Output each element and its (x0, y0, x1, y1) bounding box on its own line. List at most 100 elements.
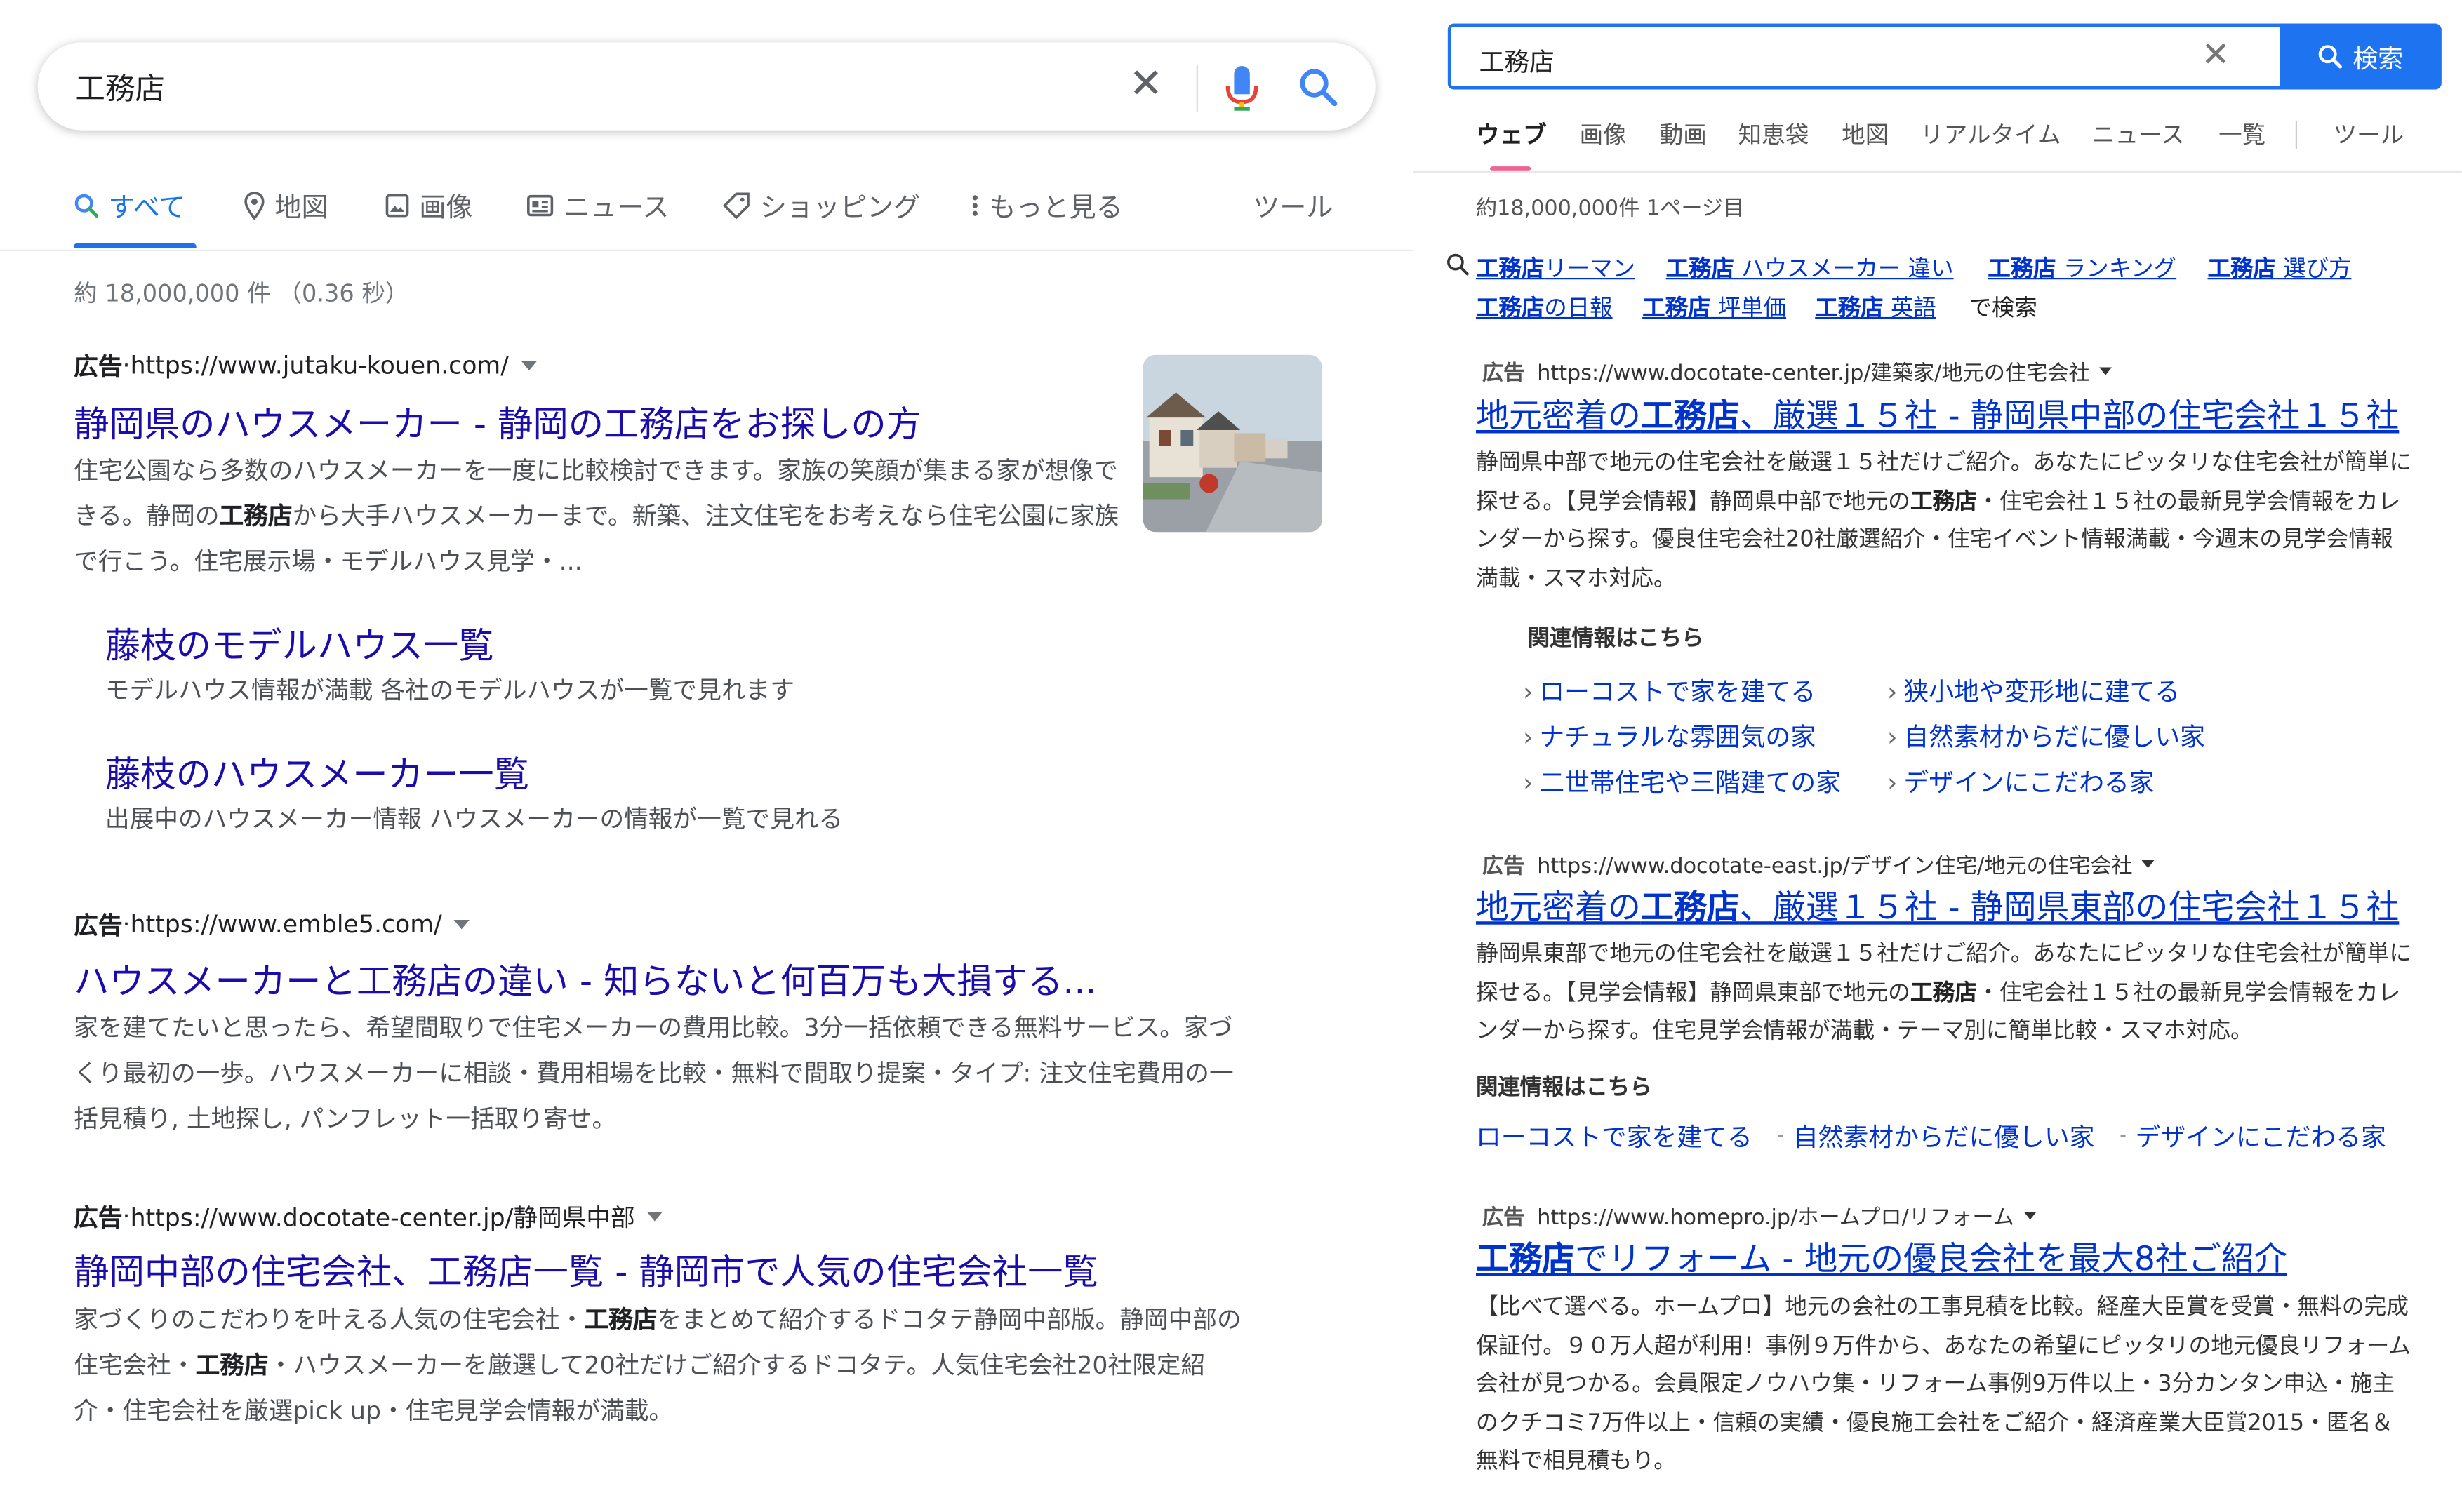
ad-url-line: 広告 · https://www.docotate-center.jp/静岡県中… (74, 1199, 664, 1233)
tab-news[interactable]: ニュース (2091, 118, 2185, 151)
yahoo-search-box[interactable]: 工務店 ✕ (1447, 23, 2280, 90)
tab-web[interactable]: ウェブ (1476, 118, 1547, 151)
related-search-suffix: で検索 (1969, 296, 2037, 322)
related-search-link[interactable]: 工務店 選び方 (2208, 251, 2352, 284)
tab-label: すべて (108, 193, 186, 225)
tab-label: ニュース (564, 193, 670, 225)
news-icon (527, 194, 554, 216)
sitelink[interactable]: 狭小地や変形地に建てる (1887, 670, 2180, 708)
ad-url[interactable]: https://www.docotate-center.jp/静岡県中部 (131, 1199, 635, 1233)
sitelink[interactable]: デザインにこだわる家 (1887, 761, 2154, 799)
chevron-down-icon[interactable] (647, 1212, 664, 1222)
google-search-box[interactable]: 工務店 ✕ (37, 42, 1376, 131)
ad-url[interactable]: https://www.emble5.com/ (131, 911, 442, 939)
tab-maps[interactable]: 地図 (244, 185, 328, 225)
yahoo-search-input[interactable]: 工務店 (1479, 41, 1554, 79)
sitelink[interactable]: 自然素材からだに優しい家 (1793, 1116, 2095, 1154)
tab-label: ツール (1253, 193, 1333, 225)
chevron-down-icon[interactable] (2099, 366, 2112, 375)
result-stats: 約 18,000,000 件 （0.36 秒） (74, 279, 409, 308)
search-box-divider (1196, 64, 1198, 112)
related-info-heading: 関連情報はこちら (1475, 1075, 1652, 1101)
google-search-input[interactable]: 工務店 (75, 66, 165, 108)
chevron-down-icon[interactable] (2023, 1210, 2037, 1219)
tab-video[interactable]: 動画 (1660, 118, 1707, 151)
ad-url-line: 広告 · https://www.jutaku-kouen.com/ (74, 349, 538, 383)
related-search-link[interactable]: 工務店 ランキング (1988, 251, 2176, 284)
ad-url[interactable]: https://www.docotate-east.jp/デザイン住宅/地元の住… (1537, 848, 2132, 879)
google-results-panel: 工務店 ✕ すべて 地図 画像 ニュース ショッピング もっと見る ツール 約 … (0, 0, 1413, 1511)
ad-url[interactable]: https://www.homepro.jp/ホームプロ/リフォーム (1537, 1199, 2014, 1231)
tab-more[interactable]: もっと見る (971, 185, 1123, 225)
separator: · (122, 910, 131, 939)
result-stats: 約18,000,000件 1ページ目 (1475, 196, 1745, 222)
tab-list[interactable]: 一覧 (2218, 118, 2265, 151)
tabs-divider (1413, 170, 2462, 173)
search-icon (74, 193, 99, 217)
tab-shopping[interactable]: ショッピング (722, 185, 920, 225)
tab-label: 地図 (274, 193, 328, 225)
chevron-down-icon[interactable] (454, 919, 471, 930)
result-title[interactable]: 静岡県のハウスメーカー - 静岡の工務店をお探しの方 (74, 397, 921, 448)
ad-url-line: 広告 https://www.docotate-center.jp/建築家/地元… (1482, 355, 2112, 387)
search-button[interactable]: 検索 (2280, 23, 2442, 90)
tab-chiebukuro[interactable]: 知恵袋 (1738, 118, 1809, 151)
microphone-icon[interactable] (1225, 65, 1259, 112)
clear-icon[interactable]: ✕ (2202, 36, 2230, 75)
tab-tools[interactable]: ツール (1253, 185, 1333, 225)
tab-images[interactable]: 画像 (1580, 118, 1627, 151)
ad-label: 広告 (74, 353, 123, 382)
sitelink-description: 出展中のハウスメーカー情報 ハウスメーカーの情報が一覧で見れる (105, 805, 844, 834)
separator: · (122, 1202, 131, 1231)
sitelink[interactable]: 二世帯住宅や三階建ての家 (1523, 761, 1841, 799)
ad-label: 広告 (1482, 361, 1525, 387)
chevron-down-icon[interactable] (2142, 859, 2155, 868)
sitelink-title[interactable]: 藤枝のハウスメーカー一覧 (105, 747, 529, 798)
result-title[interactable]: 静岡中部の住宅会社、工務店一覧 - 静岡市で人気の住宅会社一覧 (74, 1245, 1098, 1295)
result-title[interactable]: 地元密着の工務店、厳選１５社 - 静岡県中部の住宅会社１５社 (1476, 391, 2415, 438)
result-description: 家づくりのこだわりを叶える人気の住宅会社・工務店をまとめて紹介するドコタテ静岡中… (74, 1306, 1242, 1426)
result-title[interactable]: ハウスメーカーと工務店の違い - 知らないと何百万も大損する... (74, 954, 1096, 1005)
tab-all[interactable]: すべて (74, 185, 185, 225)
more-vert-icon (972, 194, 978, 215)
clear-icon[interactable]: ✕ (1129, 61, 1164, 108)
result-description: 住宅公園なら多数のハウスメーカーを一度に比較検討できます。家族の笑顔が集まる家が… (74, 457, 1119, 577)
chevron-down-icon[interactable] (521, 361, 538, 370)
tab-maps[interactable]: 地図 (1842, 118, 1889, 151)
sitelink[interactable]: デザインにこだわる家 (2136, 1116, 2386, 1154)
ad-label: 広告 (1482, 1205, 1525, 1231)
ad-url-line: 広告 https://www.docotate-east.jp/デザイン住宅/地… (1482, 848, 2155, 879)
related-search-link[interactable]: 工務店 ハウスメーカー 違い (1666, 251, 1954, 284)
active-tab-indicator (74, 243, 197, 248)
ad-url-line: 広告 · https://www.emble5.com/ (74, 907, 471, 942)
ad-url[interactable]: https://www.jutaku-kouen.com/ (131, 352, 509, 380)
sitelink[interactable]: 自然素材からだに優しい家 (1887, 716, 2205, 754)
tab-images[interactable]: 画像 (385, 185, 472, 225)
search-icon (2319, 45, 2343, 69)
tabs-divider (0, 249, 1413, 251)
search-icon[interactable] (1298, 67, 1339, 108)
result-title[interactable]: 工務店でリフォーム - 地元の優良会社を最大8社ご紹介 (1476, 1233, 2415, 1280)
tab-separator (2295, 121, 2298, 149)
result-thumbnail[interactable] (1143, 354, 1322, 533)
result-description: 家を建てたいと思ったら、希望間取りで住宅メーカーの費用比較。3分一括依頼できる無… (74, 1014, 1234, 1134)
result-title[interactable]: 地元密着の工務店、厳選１５社 - 静岡県東部の住宅会社１５社 (1476, 882, 2415, 929)
tab-label: もっと見る (989, 193, 1123, 225)
sitelink[interactable]: ローコストで家を建てる (1476, 1116, 1752, 1154)
tab-news[interactable]: ニュース (526, 185, 669, 225)
search-button-label: 検索 (2353, 44, 2404, 74)
tab-realtime[interactable]: リアルタイム (1920, 118, 2061, 151)
related-search-link[interactable]: 工務店 英語 (1815, 290, 1936, 323)
sitelink[interactable]: ローコストで家を建てる (1523, 670, 1816, 708)
image-icon (385, 193, 409, 217)
ad-url-line: 広告 https://www.homepro.jp/ホームプロ/リフォーム (1482, 1199, 2037, 1231)
ad-url[interactable]: https://www.docotate-center.jp/建築家/地元の住宅… (1537, 355, 2090, 387)
tab-label: ショッピング (759, 193, 920, 225)
related-search-link[interactable]: 工務店 坪単価 (1642, 290, 1786, 323)
related-search-link[interactable]: 工務店の日報 (1476, 290, 1613, 323)
sitelink[interactable]: ナチュラルな雰囲気の家 (1523, 716, 1816, 754)
tab-tools[interactable]: ツール (2333, 118, 2404, 151)
sitelink-title[interactable]: 藤枝のモデルハウス一覧 (105, 618, 494, 669)
related-search-link[interactable]: 工務店リーマン (1476, 251, 1635, 284)
result-description: 【比べて選べる。ホームプロ】地元の会社の工事見積を比較。経産大臣賞を受賞・無料の… (1475, 1294, 2411, 1474)
